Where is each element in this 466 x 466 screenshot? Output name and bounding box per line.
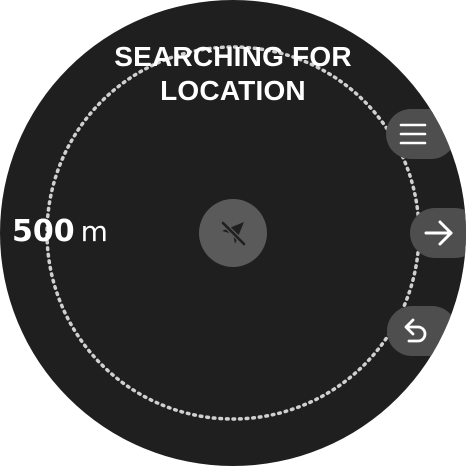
back-button[interactable] — [387, 306, 457, 356]
watch-screen: SEARCHING FOR LOCATION 500 m — [0, 0, 466, 466]
menu-button[interactable] — [386, 109, 456, 159]
status-title: SEARCHING FOR LOCATION — [114, 41, 352, 106]
arrow-right-icon — [424, 220, 453, 246]
no-gps-navigation-arrow-icon — [220, 220, 247, 247]
distance-unit: m — [80, 215, 108, 248]
next-button[interactable] — [410, 208, 466, 258]
position-marker — [199, 199, 267, 267]
distance-value: 500 — [12, 214, 75, 249]
range-distance-label: 500 m — [12, 214, 108, 258]
menu-icon — [399, 123, 427, 145]
back-arrow-icon — [404, 318, 427, 343]
